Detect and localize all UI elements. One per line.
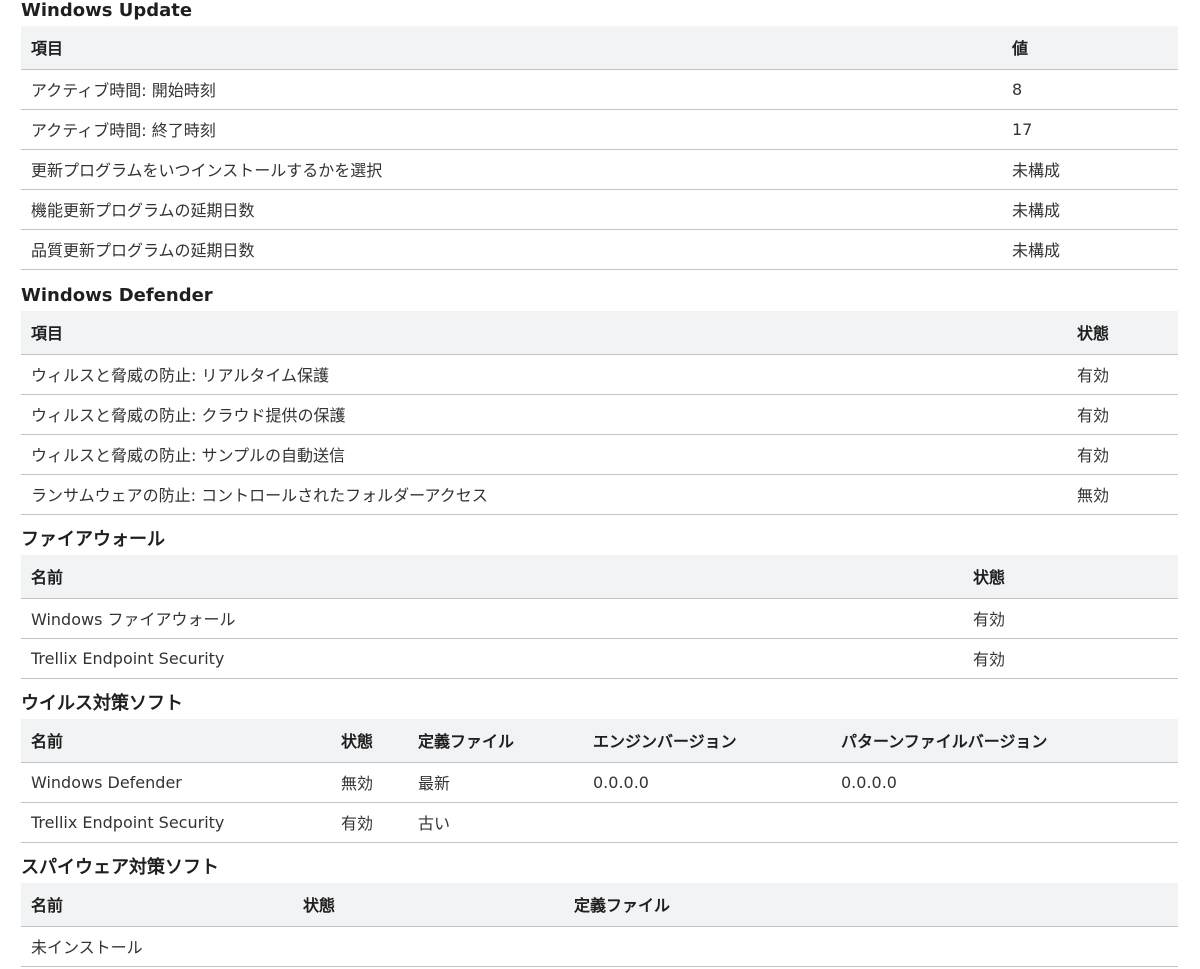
firewall-table: 名前 状態 Windows ファイアウォール 有効 Trellix Endpoi…: [21, 555, 1178, 679]
cell-name: 未インストール: [31, 938, 143, 957]
table-row: Trellix Endpoint Security 有効 古い: [21, 802, 1178, 842]
cell-status: 無効: [1077, 486, 1110, 505]
table-row: Windows Defender 無効 最新 0.0.0.0 0.0.0.0: [21, 762, 1178, 802]
cell-item: ランサムウェアの防止: コントロールされたフォルダーアクセス: [31, 486, 488, 505]
cell-status: 有効: [1077, 406, 1110, 425]
cell-value: 17: [1012, 119, 1033, 139]
cell-engine-version: [583, 802, 831, 842]
table-row: ウィルスと脅威の防止: サンプルの自動送信 有効: [21, 434, 1178, 474]
antispyware-table: 名前 状態 定義ファイル 未インストール: [21, 883, 1178, 967]
cell-item: 機能更新プログラムの延期日数: [31, 201, 255, 220]
cell-item: ウィルスと脅威の防止: リアルタイム保護: [31, 366, 329, 385]
cell-value: 未構成: [1012, 241, 1061, 260]
table-row: ウィルスと脅威の防止: リアルタイム保護 有効: [21, 354, 1178, 394]
cell-status: 有効: [1077, 446, 1110, 465]
table-row: Trellix Endpoint Security 有効: [21, 638, 1178, 678]
cell-definition: 古い: [418, 814, 451, 833]
cell-item: 品質更新プログラムの延期日数: [31, 241, 255, 260]
cell-name: Trellix Endpoint Security: [31, 812, 225, 832]
table-row: 品質更新プログラムの延期日数 未構成: [21, 229, 1178, 269]
column-header-definition: 定義ファイル: [408, 719, 583, 763]
antivirus-table: 名前 状態 定義ファイル エンジンバージョン パターンファイルバージョン Win…: [21, 719, 1178, 843]
windows-update-section: Windows Update 項目 値 アクティブ時間: 開始時刻 8 アクティ…: [21, 0, 1178, 270]
cell-status: 有効: [1077, 366, 1110, 385]
column-header-item: 項目: [21, 26, 1002, 70]
column-header-definition: 定義ファイル: [564, 883, 1178, 927]
windows-update-table: 項目 値 アクティブ時間: 開始時刻 8 アクティブ時間: 終了時刻 17 更新…: [21, 26, 1178, 270]
column-header-status: 状態: [331, 719, 408, 763]
cell-pattern-version: 0.0.0.0: [841, 772, 897, 792]
cell-definition: 最新: [418, 774, 451, 793]
table-header-row: 名前 状態 定義ファイル エンジンバージョン パターンファイルバージョン: [21, 719, 1178, 763]
table-row: アクティブ時間: 開始時刻 8: [21, 69, 1178, 109]
cell-value: 未構成: [1012, 201, 1061, 220]
column-header-name: 名前: [21, 555, 963, 599]
column-header-item: 項目: [21, 311, 1067, 355]
column-header-status: 状態: [963, 555, 1178, 599]
table-header-row: 名前 状態 定義ファイル: [21, 883, 1178, 927]
windows-defender-table: 項目 状態 ウィルスと脅威の防止: リアルタイム保護 有効 ウィルスと脅威の防止…: [21, 311, 1178, 515]
cell-status: 無効: [341, 774, 374, 793]
cell-status: 有効: [973, 610, 1006, 629]
cell-item: ウィルスと脅威の防止: サンプルの自動送信: [31, 446, 345, 465]
table-header-row: 項目 状態: [21, 311, 1178, 355]
section-title: ウイルス対策ソフト: [21, 693, 183, 714]
table-header-row: 項目 値: [21, 26, 1178, 70]
column-header-name: 名前: [21, 719, 331, 763]
cell-engine-version: 0.0.0.0: [593, 772, 649, 792]
cell-name: Windows Defender: [31, 772, 182, 792]
section-title: ファイアウォール: [21, 529, 165, 550]
firewall-section: ファイアウォール 名前 状態 Windows ファイアウォール 有効 Trell…: [21, 529, 1178, 679]
cell-name: Windows ファイアウォール: [31, 610, 236, 629]
cell-status: 有効: [341, 814, 374, 833]
table-row: 機能更新プログラムの延期日数 未構成: [21, 189, 1178, 229]
column-header-value: 値: [1002, 26, 1178, 70]
cell-item: アクティブ時間: 開始時刻: [31, 81, 216, 100]
cell-definition: [564, 926, 1178, 966]
table-row: Windows ファイアウォール 有効: [21, 598, 1178, 638]
security-status-page: Windows Update 項目 値 アクティブ時間: 開始時刻 8 アクティ…: [0, 0, 1200, 969]
windows-defender-section: Windows Defender 項目 状態 ウィルスと脅威の防止: リアルタイ…: [21, 285, 1178, 515]
table-row: ランサムウェアの防止: コントロールされたフォルダーアクセス 無効: [21, 474, 1178, 514]
cell-pattern-version: [831, 802, 1178, 842]
cell-item: ウィルスと脅威の防止: クラウド提供の保護: [31, 406, 346, 425]
table-header-row: 名前 状態: [21, 555, 1178, 599]
column-header-status: 状態: [1067, 311, 1178, 355]
cell-item: 更新プログラムをいつインストールするかを選択: [31, 161, 383, 180]
section-title: Windows Defender: [21, 285, 213, 306]
cell-name: Trellix Endpoint Security: [31, 648, 225, 668]
table-row: 未インストール: [21, 926, 1178, 966]
cell-status: 有効: [973, 650, 1006, 669]
column-header-name: 名前: [21, 883, 293, 927]
antispyware-section: スパイウェア対策ソフト 名前 状態 定義ファイル 未インストール: [21, 857, 1178, 967]
section-title: スパイウェア対策ソフト: [21, 857, 219, 878]
column-header-pattern-version: パターンファイルバージョン: [831, 719, 1178, 763]
table-row: ウィルスと脅威の防止: クラウド提供の保護 有効: [21, 394, 1178, 434]
table-row: アクティブ時間: 終了時刻 17: [21, 109, 1178, 149]
cell-value: 未構成: [1012, 161, 1061, 180]
cell-status: [293, 926, 564, 966]
column-header-engine-version: エンジンバージョン: [583, 719, 831, 763]
section-title: Windows Update: [21, 0, 193, 21]
cell-item: アクティブ時間: 終了時刻: [31, 121, 216, 140]
table-row: 更新プログラムをいつインストールするかを選択 未構成: [21, 149, 1178, 189]
column-header-status: 状態: [293, 883, 564, 927]
cell-value: 8: [1012, 79, 1023, 99]
antivirus-section: ウイルス対策ソフト 名前 状態 定義ファイル エンジンバージョン パターンファイ…: [21, 693, 1178, 843]
